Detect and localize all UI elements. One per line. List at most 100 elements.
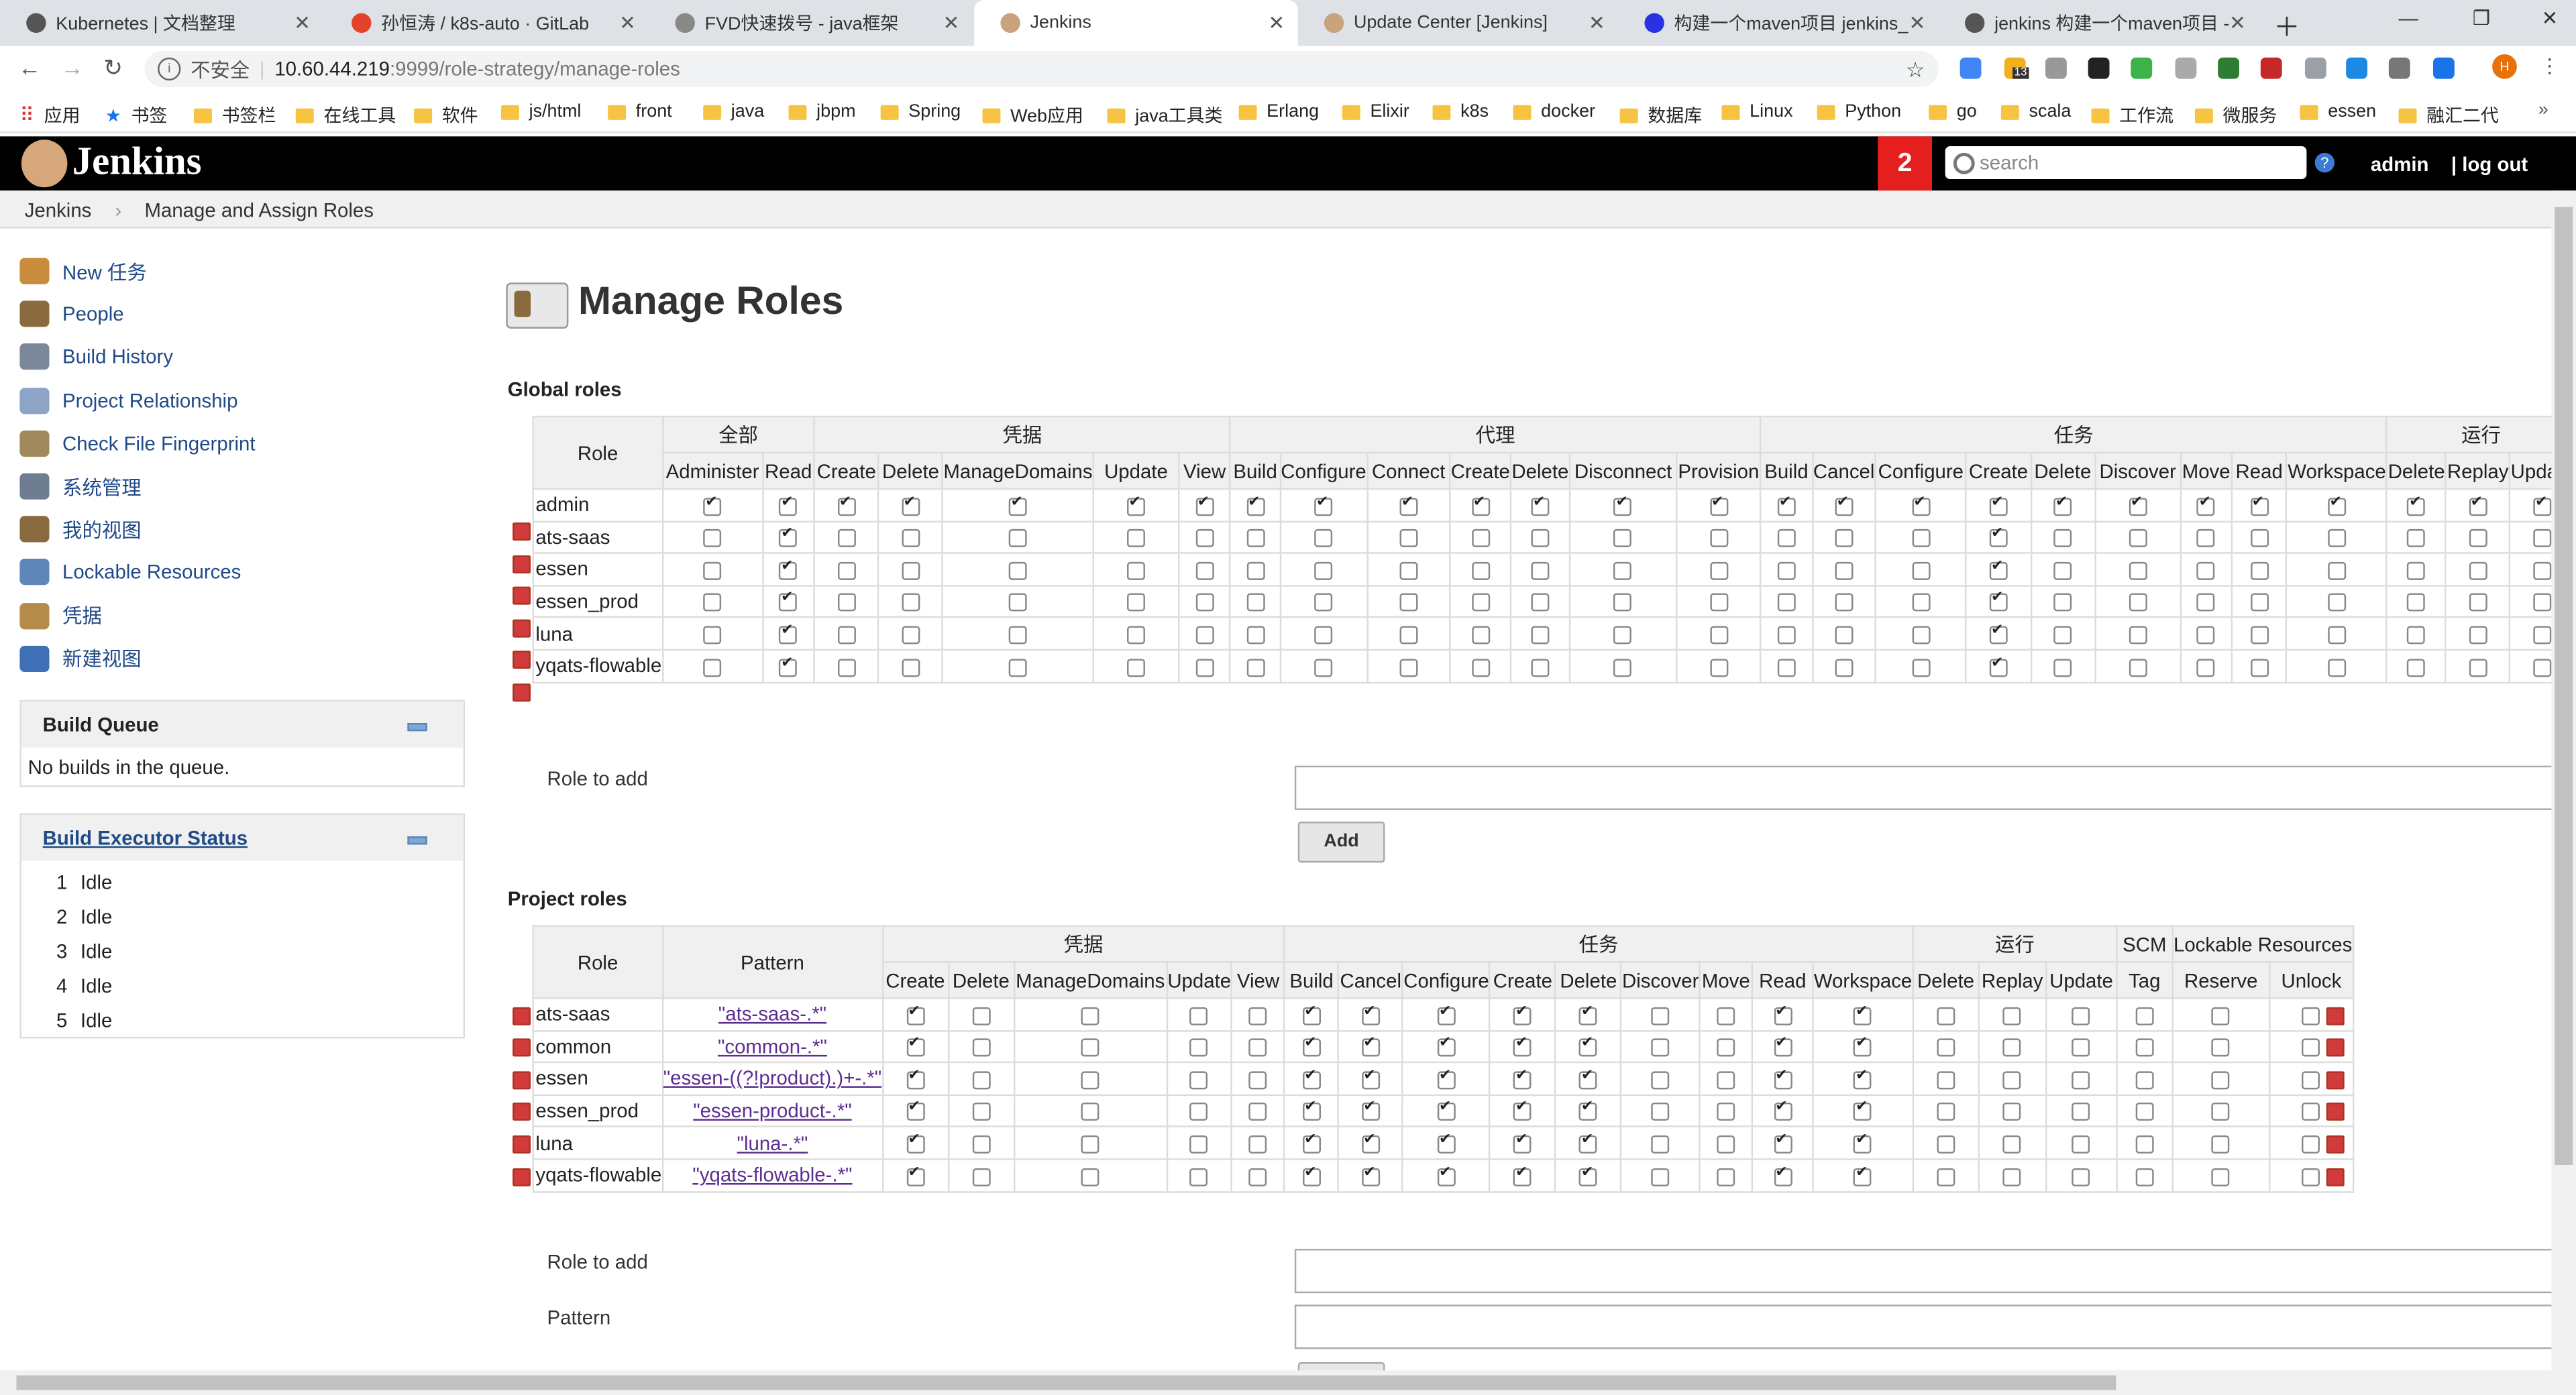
permission-checkbox[interactable] — [1190, 1006, 1209, 1025]
permission-checkbox[interactable] — [2053, 529, 2072, 548]
permission-checkbox[interactable] — [1614, 492, 1633, 516]
delete-role-icon[interactable] — [513, 1135, 531, 1154]
delete-role-icon[interactable] — [513, 1007, 531, 1025]
permission-checkbox[interactable] — [779, 492, 798, 516]
permission-checkbox[interactable] — [2197, 492, 2216, 516]
permission-checkbox[interactable] — [1471, 529, 1490, 548]
permission-checkbox[interactable] — [837, 561, 856, 580]
delete-role-icon[interactable] — [513, 522, 531, 541]
pattern-link[interactable]: "essen-product-.*" — [693, 1099, 851, 1122]
delete-role-icon[interactable] — [513, 619, 531, 638]
task-link[interactable]: New 任务 — [19, 249, 255, 292]
info-icon[interactable]: i — [158, 57, 181, 81]
permission-checkbox[interactable] — [1195, 561, 1214, 580]
permission-checkbox[interactable] — [703, 658, 722, 677]
permission-checkbox[interactable] — [1709, 658, 1728, 677]
bookmark-item[interactable]: Spring — [880, 102, 961, 121]
task-link[interactable]: People — [19, 293, 255, 336]
browser-tab[interactable]: Kubernetes | 文档整理 ✕ — [0, 0, 323, 46]
bookmark-item[interactable]: 融汇二代 — [2398, 102, 2499, 128]
permission-checkbox[interactable] — [1717, 1038, 1735, 1057]
minimize-icon[interactable]: — — [2399, 7, 2418, 30]
bookmark-item[interactable]: k8s — [1432, 102, 1489, 121]
permission-checkbox[interactable] — [2328, 529, 2347, 548]
permission-checkbox[interactable] — [1579, 1002, 1598, 1025]
logout-link[interactable]: | log out — [2451, 153, 2528, 176]
extension-icon[interactable] — [2388, 57, 2410, 79]
permission-checkbox[interactable] — [2053, 561, 2072, 580]
browser-menu-icon[interactable]: ⋮ — [2540, 54, 2559, 77]
permission-checkbox[interactable] — [1835, 492, 1854, 516]
permission-checkbox[interactable] — [2212, 1006, 2231, 1025]
permission-checkbox[interactable] — [1614, 626, 1633, 645]
permission-checkbox[interactable] — [1709, 626, 1728, 645]
permission-checkbox[interactable] — [1835, 626, 1854, 645]
permission-checkbox[interactable] — [1471, 561, 1490, 580]
back-icon[interactable]: ← — [18, 54, 41, 80]
permission-checkbox[interactable] — [2197, 529, 2216, 548]
permission-checkbox[interactable] — [1437, 1099, 1456, 1121]
permission-checkbox[interactable] — [2003, 1103, 2022, 1121]
permission-checkbox[interactable] — [1009, 658, 1027, 677]
bookmarks-overflow-icon[interactable]: » — [2538, 100, 2548, 119]
permission-checkbox[interactable] — [906, 1099, 924, 1121]
permission-checkbox[interactable] — [1009, 529, 1027, 548]
permission-checkbox[interactable] — [2469, 626, 2487, 645]
permission-checkbox[interactable] — [902, 561, 920, 580]
permission-checkbox[interactable] — [2469, 658, 2487, 677]
new-tab-button[interactable]: ＋ — [2273, 5, 2300, 44]
permission-checkbox[interactable] — [1531, 529, 1550, 548]
bookmark-item[interactable]: Elixir — [1342, 102, 1409, 121]
permission-checkbox[interactable] — [1911, 658, 1930, 677]
permission-checkbox[interactable] — [1651, 1167, 1670, 1186]
delete-role-icon[interactable] — [513, 651, 531, 669]
permission-checkbox[interactable] — [2003, 1038, 2022, 1057]
permission-checkbox[interactable] — [2135, 1038, 2154, 1057]
permission-checkbox[interactable] — [2407, 626, 2426, 645]
permission-checkbox[interactable] — [971, 1135, 990, 1154]
permission-checkbox[interactable] — [2250, 594, 2269, 612]
permission-checkbox[interactable] — [1773, 1066, 1792, 1089]
permission-checkbox[interactable] — [1081, 1070, 1099, 1089]
permission-checkbox[interactable] — [1835, 594, 1854, 612]
permission-checkbox[interactable] — [2407, 561, 2426, 580]
permission-checkbox[interactable] — [1399, 658, 1418, 677]
permission-checkbox[interactable] — [2407, 492, 2426, 516]
permission-checkbox[interactable] — [1190, 1167, 1209, 1186]
permission-checkbox[interactable] — [2212, 1070, 2231, 1089]
permission-checkbox[interactable] — [2072, 1135, 2091, 1154]
bookmark-item[interactable]: front — [608, 102, 672, 121]
permission-checkbox[interactable] — [1531, 594, 1550, 612]
search-input[interactable]: search — [1945, 146, 2307, 180]
permission-checkbox[interactable] — [1361, 1131, 1380, 1154]
permission-checkbox[interactable] — [2533, 626, 2552, 645]
permission-checkbox[interactable] — [1246, 658, 1265, 677]
permission-checkbox[interactable] — [2072, 1167, 2091, 1186]
permission-checkbox[interactable] — [1773, 1034, 1792, 1057]
permission-checkbox[interactable] — [1190, 1103, 1209, 1121]
pattern-input[interactable] — [1294, 1304, 2563, 1349]
extension-icon[interactable] — [2131, 57, 2153, 79]
tab-close-icon[interactable]: ✕ — [1589, 11, 1605, 34]
tab-close-icon[interactable]: ✕ — [943, 11, 960, 34]
permission-checkbox[interactable] — [2469, 561, 2487, 580]
permission-checkbox[interactable] — [1399, 594, 1418, 612]
permission-checkbox[interactable] — [1835, 561, 1854, 580]
permission-checkbox[interactable] — [1314, 529, 1333, 548]
extension-icon[interactable] — [2346, 57, 2368, 79]
permission-checkbox[interactable] — [1190, 1070, 1209, 1089]
permission-checkbox[interactable] — [1246, 594, 1265, 612]
permission-checkbox[interactable] — [703, 492, 722, 516]
pattern-link[interactable]: "yqats-flowable-.*" — [692, 1164, 852, 1186]
permission-checkbox[interactable] — [2135, 1103, 2154, 1121]
bookmark-item[interactable]: js/html — [500, 102, 581, 121]
permission-checkbox[interactable] — [1717, 1006, 1735, 1025]
extension-icon[interactable] — [2432, 57, 2455, 79]
permission-checkbox[interactable] — [971, 1167, 990, 1186]
permission-checkbox[interactable] — [1717, 1103, 1735, 1121]
tab-close-icon[interactable]: ✕ — [1268, 11, 1285, 34]
permission-checkbox[interactable] — [1777, 626, 1796, 645]
permission-checkbox[interactable] — [1773, 1131, 1792, 1154]
permission-checkbox[interactable] — [2003, 1135, 2022, 1154]
permission-checkbox[interactable] — [1854, 1002, 1872, 1025]
